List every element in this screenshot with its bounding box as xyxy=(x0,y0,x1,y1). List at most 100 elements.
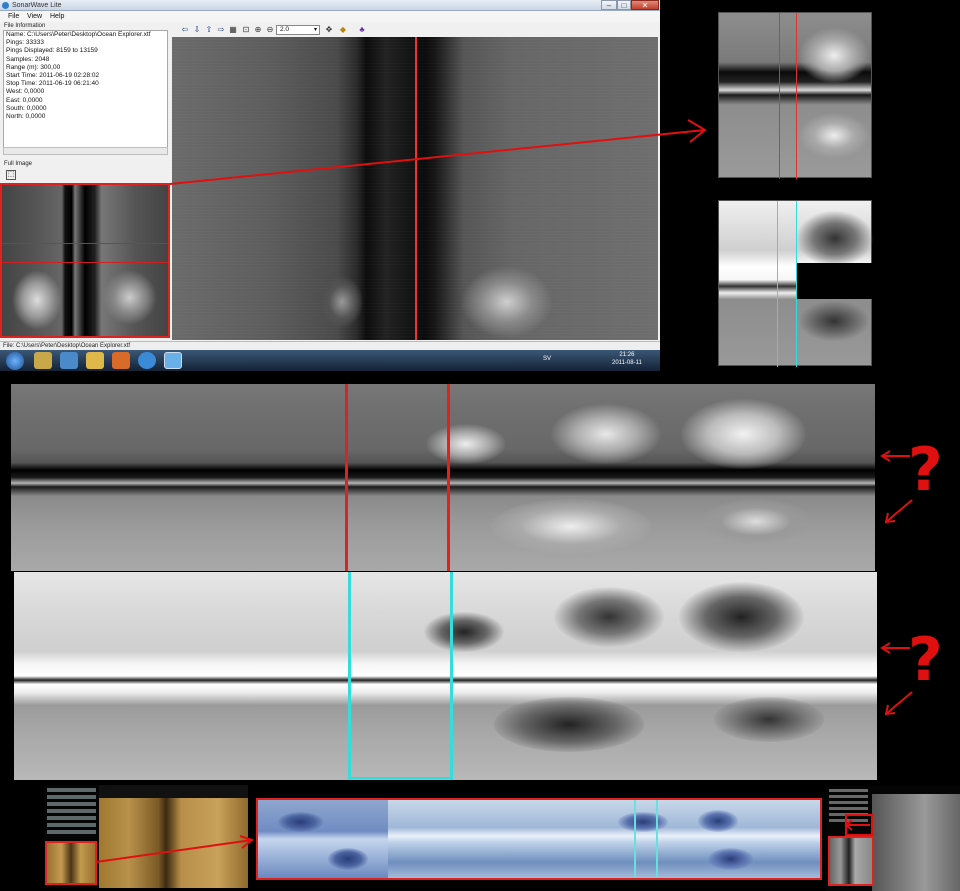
toolbar: ⇦ ⇩ ⇧ ⇨ ▦ ⊡ ⊕ ⊖ 2.0 ▾ ✥ ◆ ♣ xyxy=(172,23,660,37)
arrow-qm2-lower xyxy=(885,691,913,715)
arrow-down-icon[interactable]: ⇩ xyxy=(192,25,202,35)
maximize-button[interactable]: □ xyxy=(617,0,631,10)
thumbnail-viewport-top xyxy=(2,243,168,244)
close-button[interactable]: ✕ xyxy=(631,0,659,10)
arrow-qm2-lower-head xyxy=(884,704,896,716)
strip1-target-1 xyxy=(426,424,506,464)
blue-target-1 xyxy=(278,812,323,832)
zoom-value: 2.0 xyxy=(280,26,290,33)
strip2-cyan-line-right xyxy=(450,572,453,780)
preview-inverted-target-top xyxy=(797,211,873,266)
bottom-left-sonar-image xyxy=(99,798,248,888)
arrow-right-icon[interactable]: ⇨ xyxy=(216,25,226,35)
preview-inverted-target-bottom xyxy=(799,301,869,341)
sonarwave-task-icon[interactable] xyxy=(164,352,182,369)
info-range: Range (m): 300,00 xyxy=(6,63,61,71)
sonarwave-window: SonarWave Lite – □ ✕ File View Help File… xyxy=(0,0,660,371)
strip2-target-3 xyxy=(679,582,804,652)
blue-target-4 xyxy=(698,810,738,832)
settings-icon[interactable]: ♣ xyxy=(357,25,367,35)
arrow-up-icon[interactable]: ⇧ xyxy=(204,25,214,35)
folder-icon[interactable] xyxy=(86,352,104,369)
sonar-cursor-line[interactable] xyxy=(415,37,417,340)
start-button[interactable] xyxy=(6,352,24,370)
language-indicator[interactable]: SV xyxy=(543,356,551,362)
strip2-target-5 xyxy=(714,697,824,742)
preview-panel-inverted xyxy=(718,200,873,367)
blue-target-5 xyxy=(708,848,753,870)
info-start-time: Start Time: 2011-06-19 02:28:02 xyxy=(6,72,100,80)
strip2-target-2 xyxy=(554,587,664,647)
internet-explorer-icon[interactable] xyxy=(138,352,156,369)
menu-bar: File View Help xyxy=(0,11,660,22)
info-stop-time: Stop Time: 2011-06-19 06:21:40 xyxy=(6,80,99,88)
arrow-left-icon[interactable]: ⇦ xyxy=(180,25,190,35)
composite-screenshot: SonarWave Lite – □ ✕ File View Help File… xyxy=(0,0,960,891)
preview-inverted-black-block xyxy=(797,263,873,299)
strip1-target-4 xyxy=(491,499,651,554)
info-south: South: 0,0000 xyxy=(6,104,47,112)
preview-target-top xyxy=(799,28,869,83)
strip2-target-1 xyxy=(424,612,504,652)
sonar-target-small xyxy=(322,277,362,327)
zoom-select[interactable]: 2.0 ▾ xyxy=(276,25,320,35)
preview-red-selection xyxy=(779,13,797,179)
taskbar-app-2-icon[interactable] xyxy=(60,352,78,369)
sonar-strip-inverted xyxy=(14,572,877,780)
strip2-cyan-line-left xyxy=(348,572,351,780)
thumbnail-target-right xyxy=(102,270,157,325)
clock[interactable]: 21:26 2011-08-11 xyxy=(612,352,642,367)
strip2-cyan-bottom xyxy=(348,777,453,779)
info-pings: Pings: 33333 xyxy=(6,39,44,47)
pan-icon[interactable]: ✥ xyxy=(324,25,334,35)
blue-target-2 xyxy=(328,848,368,870)
clock-time: 21:26 xyxy=(619,352,635,358)
strip1-target-5 xyxy=(701,499,811,544)
strip1-target-2 xyxy=(551,404,661,464)
sonar-target-large xyxy=(462,267,552,337)
zoom-in-icon[interactable]: ⊕ xyxy=(253,25,263,35)
clock-date: 2011-08-11 xyxy=(612,359,642,366)
zoom-box-icon[interactable]: ⊡ xyxy=(241,25,251,35)
zoom-out-icon[interactable]: ⊖ xyxy=(265,25,275,35)
app-icon xyxy=(2,2,9,9)
full-image-thumbnail[interactable] xyxy=(0,183,170,338)
thumbnail-viewport-bottom xyxy=(2,262,168,263)
chevron-down-icon: ▾ xyxy=(313,27,317,33)
arrow-qm2-upper-head xyxy=(880,642,891,654)
arrow-main-to-preview-head xyxy=(687,119,707,143)
select-region-icon[interactable]: ⬚ xyxy=(6,170,16,180)
strip1-red-line-right xyxy=(447,384,450,571)
menu-help[interactable]: Help xyxy=(50,11,64,22)
thumbnail-target-left xyxy=(12,270,62,330)
menu-file[interactable]: File xyxy=(8,11,19,22)
title-bar[interactable]: SonarWave Lite – □ ✕ xyxy=(0,0,660,11)
status-text: File: C:\Users\Peter\Desktop\Ocean Explo… xyxy=(3,343,131,349)
preview-target-bottom xyxy=(799,113,869,158)
file-information-panel[interactable]: Name: C:\Users\Peter\Desktop\Ocean Explo… xyxy=(3,30,168,155)
info-north: North: 0,0000 xyxy=(6,113,46,121)
minimize-button[interactable]: – xyxy=(601,0,617,10)
media-player-icon[interactable] xyxy=(112,352,130,369)
info-east: East: 0,0000 xyxy=(6,96,43,104)
bottom-blue-strip xyxy=(256,798,822,880)
arrow-qm1-upper-head xyxy=(880,450,891,462)
info-name: Name: C:\Users\Peter\Desktop\Ocean Explo… xyxy=(6,31,151,38)
full-image-label: Full Image xyxy=(4,161,33,167)
taskbar: SV 21:26 2011-08-11 xyxy=(0,350,660,371)
preview-panel-normal xyxy=(718,12,872,179)
file-information-label: File Information xyxy=(4,23,46,29)
menu-view[interactable]: View xyxy=(27,11,42,22)
sonar-main-view[interactable] xyxy=(172,37,658,340)
palette-icon[interactable]: ◆ xyxy=(338,25,348,35)
strip1-red-line-left xyxy=(345,384,348,571)
horizontal-scrollbar[interactable] xyxy=(3,147,168,155)
taskbar-app-1-icon[interactable] xyxy=(34,352,52,369)
strip2-target-4 xyxy=(494,697,644,752)
blue-strip-cyan-line-left xyxy=(634,800,636,878)
grid-icon[interactable]: ▦ xyxy=(228,25,238,35)
window-title: SonarWave Lite xyxy=(12,2,62,9)
bottom-left-thumbnail-highlight xyxy=(45,841,97,885)
info-samples: Samples: 2048 xyxy=(6,55,50,63)
status-bar: File: C:\Users\Peter\Desktop\Ocean Explo… xyxy=(0,341,660,350)
